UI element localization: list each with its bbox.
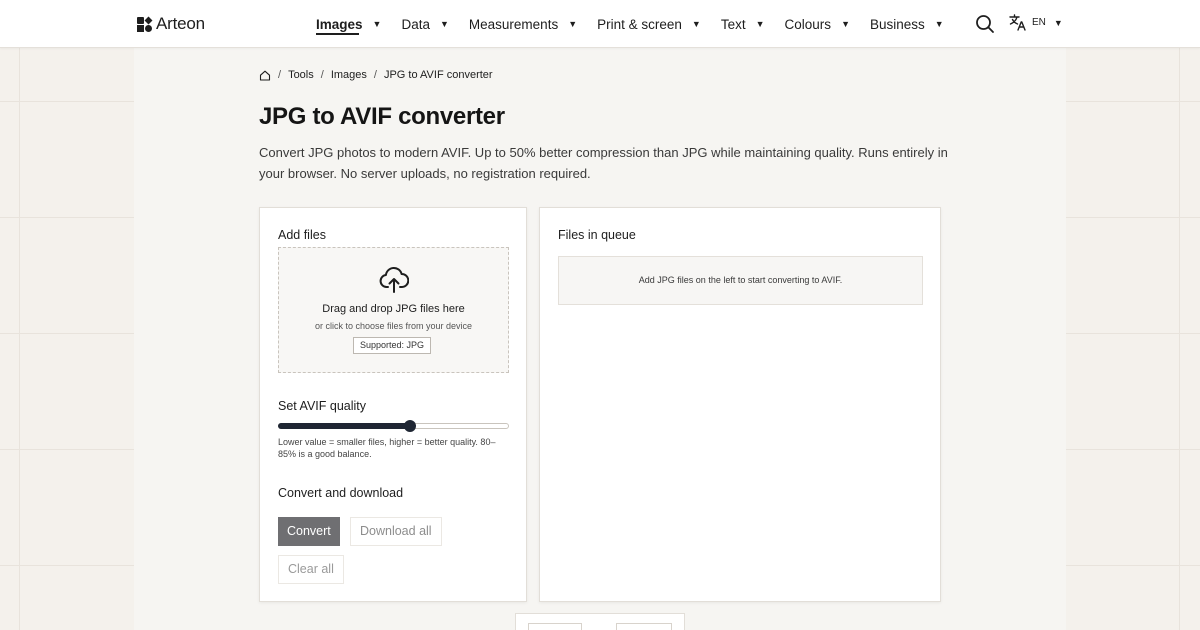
search-button[interactable] <box>975 14 995 34</box>
files-queue-panel: Files in queue Add JPG files on the left… <box>539 207 941 602</box>
breadcrumb-separator: / <box>373 69 377 81</box>
chevron-down-icon: ▼ <box>755 19 765 29</box>
top-navigation-bar: Arteon Images ▼ Data ▼ Measurements ▼ Pr… <box>0 0 1200 48</box>
nav-item-colours[interactable]: Colours ▼ <box>785 0 850 48</box>
breadcrumb-item-images[interactable]: Images <box>331 69 367 81</box>
add-files-panel: Add files Drag and drop JPG files here o… <box>259 207 527 602</box>
cloud-upload-icon <box>379 266 409 293</box>
nav-item-images[interactable]: Images ▼ <box>316 0 381 48</box>
convert-button[interactable]: Convert <box>278 517 340 546</box>
nav-item-business[interactable]: Business ▼ <box>870 0 944 48</box>
quality-title: Set AVIF quality <box>278 399 367 413</box>
translate-icon <box>1009 14 1026 31</box>
breadcrumb-separator: / <box>320 69 324 81</box>
main-nav: Images ▼ Data ▼ Measurements ▼ Print & s… <box>316 0 964 48</box>
dropzone-subtitle: or click to choose files from your devic… <box>314 321 473 331</box>
nav-item-measurements[interactable]: Measurements ▼ <box>469 0 577 48</box>
chevron-down-icon: ▼ <box>691 19 701 29</box>
chevron-down-icon: ▼ <box>934 19 944 29</box>
page-title: JPG to AVIF converter <box>259 103 505 130</box>
breadcrumb-item-current: JPG to AVIF converter <box>383 69 493 81</box>
chevron-down-icon: ▼ <box>372 19 382 29</box>
arteon-logo-icon <box>137 16 153 32</box>
language-code: EN <box>1032 17 1046 28</box>
download-all-button[interactable]: Download all <box>350 517 442 546</box>
quality-hint: Lower value = smaller files, higher = be… <box>278 437 496 459</box>
page-description: Convert JPG photos to modern AVIF. Up to… <box>259 145 948 181</box>
chevron-down-icon: ▼ <box>1053 17 1063 28</box>
nav-item-text[interactable]: Text ▼ <box>721 0 765 48</box>
file-dropzone[interactable]: Drag and drop JPG files here or click to… <box>278 247 509 373</box>
chevron-down-icon: ▼ <box>439 19 449 29</box>
nav-item-label: Images <box>316 16 363 32</box>
chevron-down-icon: ▼ <box>841 19 850 29</box>
bottom-panel-edge <box>515 613 685 630</box>
nav-item-label: Print & screen <box>597 16 682 32</box>
quality-slider[interactable] <box>278 420 509 432</box>
nav-item-label: Colours <box>784 16 832 32</box>
files-queue-title: Files in queue <box>558 228 636 242</box>
breadcrumb-separator: / <box>278 69 282 81</box>
brand-logo[interactable]: Arteon <box>137 14 205 34</box>
chevron-down-icon: ▼ <box>568 19 578 29</box>
nav-item-data[interactable]: Data ▼ <box>401 0 448 48</box>
slider-thumb[interactable] <box>403 420 416 432</box>
breadcrumb: / Tools / Images / JPG to AVIF converter <box>259 69 493 81</box>
nav-item-label: Data <box>401 16 430 32</box>
nav-item-label: Business <box>869 16 925 32</box>
queue-empty-state: Add JPG files on the left to start conve… <box>558 256 923 305</box>
supported-format-badge: Supported: JPG <box>353 337 432 354</box>
slider-fill <box>278 423 410 429</box>
add-files-title: Add files <box>278 228 326 242</box>
dropzone-title: Drag and drop JPG files here <box>322 303 465 315</box>
nav-item-label: Measurements <box>468 16 559 32</box>
nav-item-print-screen[interactable]: Print & screen ▼ <box>597 0 701 48</box>
search-icon <box>976 15 994 33</box>
breadcrumb-item-tools[interactable]: Tools <box>288 69 314 81</box>
language-selector[interactable]: EN ▼ <box>1009 14 1063 31</box>
brand-name: Arteon <box>156 14 205 33</box>
clear-all-button[interactable]: Clear all <box>278 555 344 584</box>
convert-title: Convert and download <box>278 486 404 500</box>
nav-item-label: Text <box>720 16 746 32</box>
home-icon[interactable] <box>259 70 271 81</box>
